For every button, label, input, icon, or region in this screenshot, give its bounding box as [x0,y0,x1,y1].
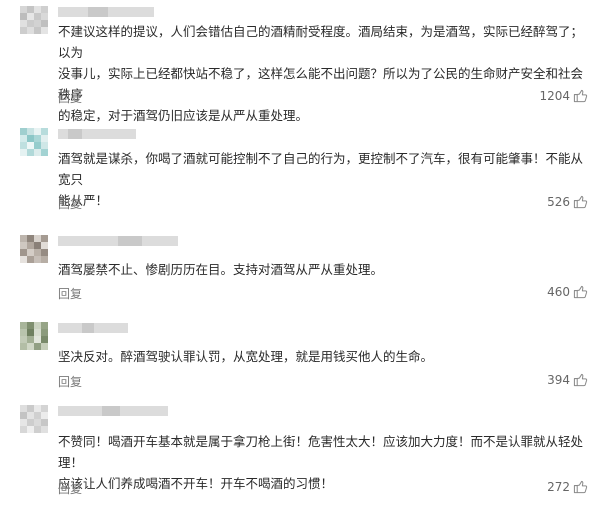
like-button[interactable]: 526 [547,194,588,209]
reply-button[interactable]: 回复 [58,373,82,390]
avatar[interactable] [20,405,48,433]
username-redacted [58,236,178,246]
like-count: 394 [547,372,570,387]
username-redacted [58,129,136,139]
like-button[interactable]: 1204 [539,88,588,103]
like-count: 1204 [539,88,570,103]
thumbs-up-icon [573,285,588,299]
thumbs-up-icon [573,195,588,209]
avatar[interactable] [20,322,48,350]
like-button[interactable]: 394 [547,372,588,387]
avatar[interactable] [20,235,48,263]
comment-text: 酒驾屡禁不止、惨剧历历在目。支持对酒驾从严从重处理。 [58,262,384,277]
reply-button[interactable]: 回复 [58,285,82,302]
comment-text: 不赞同！喝酒开车基本就是属于拿刀枪上街！危害性太大！应该加大力度！而不是认罪就从… [58,434,584,491]
like-button[interactable]: 460 [547,284,588,299]
comment-text: 酒驾就是谋杀，你喝了酒就可能控制不了自己的行为，更控制不了汽车，很有可能肇事！不… [58,151,584,208]
avatar[interactable] [20,128,48,156]
thumbs-up-icon [573,89,588,103]
comment-text: 不建议这样的提议，人们会错估自己的酒精耐受程度。酒局结束，为是酒驾，实际已经醉驾… [58,24,584,123]
like-count: 526 [547,194,570,209]
username-redacted [58,7,154,17]
username-redacted [58,323,128,333]
like-count: 460 [547,284,570,299]
like-button[interactable]: 272 [547,479,588,494]
thumbs-up-icon [573,480,588,494]
thumbs-up-icon [573,373,588,387]
reply-button[interactable]: 回复 [58,89,82,106]
like-count: 272 [547,479,570,494]
reply-button[interactable]: 回复 [58,195,82,212]
comment-text: 坚决反对。醉酒驾驶认罪认罚，从宽处理，就是用钱买他人的生命。 [58,349,434,364]
reply-button[interactable]: 回复 [58,480,82,497]
username-redacted [58,406,168,416]
avatar[interactable] [20,6,48,34]
